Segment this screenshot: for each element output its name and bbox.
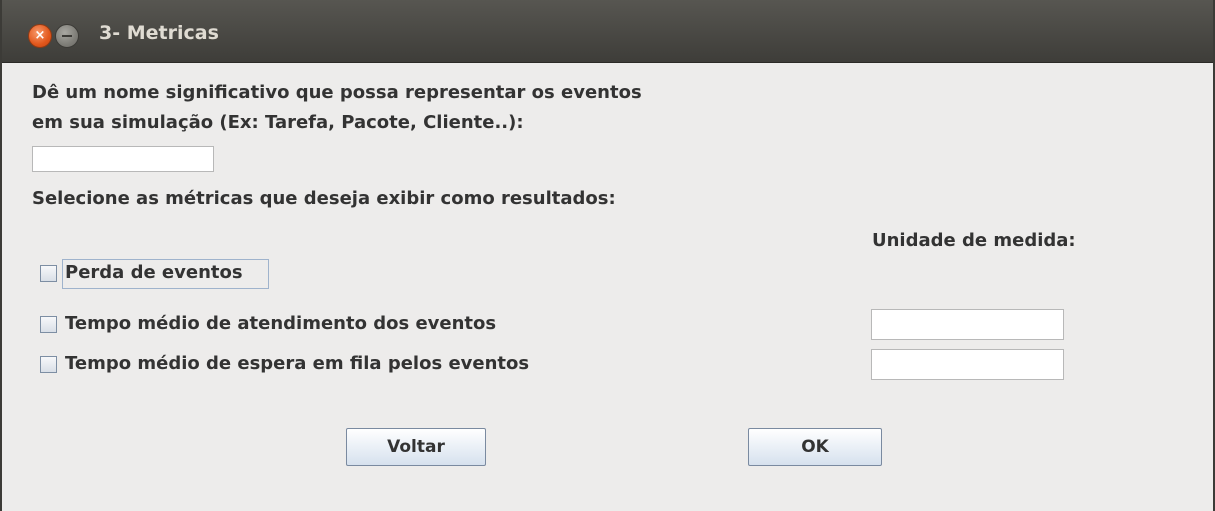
event-name-input[interactable] [32,146,214,172]
unit-header: Unidade de medida: [872,230,1076,251]
close-icon[interactable]: × [28,24,52,48]
metric-checkbox-perda[interactable] [40,265,57,282]
metric-checkbox-atendimento[interactable] [40,316,57,333]
name-prompt-line1: Dê um nome significativo que possa repre… [32,82,642,103]
dialog-window: × 3- Metricas Dê um nome significativo q… [0,0,1215,511]
title-bar[interactable]: × 3- Metricas [2,0,1213,63]
ok-button[interactable]: OK [748,428,882,466]
metric-label-atendimento[interactable]: Tempo médio de atendimento dos eventos [65,313,496,334]
metric-checkbox-espera[interactable] [40,356,57,373]
metric-label-espera[interactable]: Tempo médio de espera em fila pelos even… [65,353,529,374]
name-prompt-line2: em sua simulação (Ex: Tarefa, Pacote, Cl… [32,112,524,133]
back-button[interactable]: Voltar [346,428,486,466]
minimize-icon[interactable] [55,24,79,48]
unit-input-espera[interactable] [871,349,1064,380]
unit-input-atendimento[interactable] [871,309,1064,340]
window-title: 3- Metricas [99,22,219,44]
metrics-prompt: Selecione as métricas que deseja exibir … [32,188,616,209]
metric-label-perda[interactable]: Perda de eventos [65,262,243,283]
